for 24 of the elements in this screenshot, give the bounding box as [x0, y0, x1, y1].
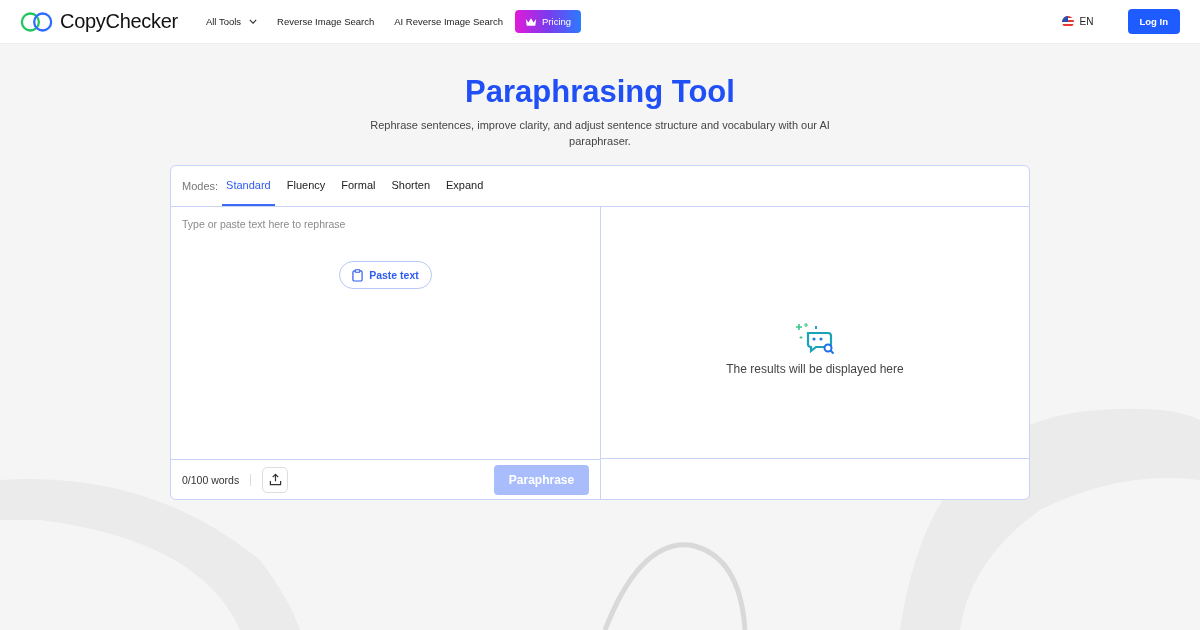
results-message: The results will be displayed here — [726, 361, 904, 376]
caret-icon — [249, 19, 258, 24]
crown-icon — [525, 16, 538, 27]
language-selector[interactable]: EN — [1055, 14, 1100, 29]
flag-icon — [1061, 15, 1074, 28]
nav-dropdown[interactable]: All Tools — [205, 16, 258, 27]
modes-label: Modes: — [182, 180, 219, 192]
login-button[interactable]: Log In — [1127, 9, 1180, 34]
mode-tab[interactable]: Shorten — [387, 166, 435, 206]
upload-button[interactable] — [262, 466, 289, 493]
page-subtitle: Rephrase sentences, improve clarity, and adjust sentence structure and vocabulary with our AI paraphraser. — [369, 118, 831, 149]
mode-tab[interactable]: Fluency — [282, 166, 330, 206]
nav-link[interactable]: AI Reverse Image Search — [394, 16, 504, 27]
paste-text-button[interactable]: Paste text — [339, 261, 432, 289]
logo-icon — [20, 10, 54, 33]
upload-icon — [268, 473, 282, 486]
nav-link[interactable]: Reverse Image Search — [277, 16, 375, 27]
brand-name[interactable]: CopyChecker — [60, 10, 178, 33]
clipboard-icon — [352, 268, 364, 282]
word-count: 0/100 words — [182, 473, 240, 486]
mode-tab[interactable]: Expand — [442, 166, 488, 206]
pricing-button[interactable]: Pricing — [515, 10, 582, 33]
page-title: Paraphrasing Tool — [465, 74, 735, 110]
mode-tab[interactable]: Formal — [337, 166, 380, 206]
